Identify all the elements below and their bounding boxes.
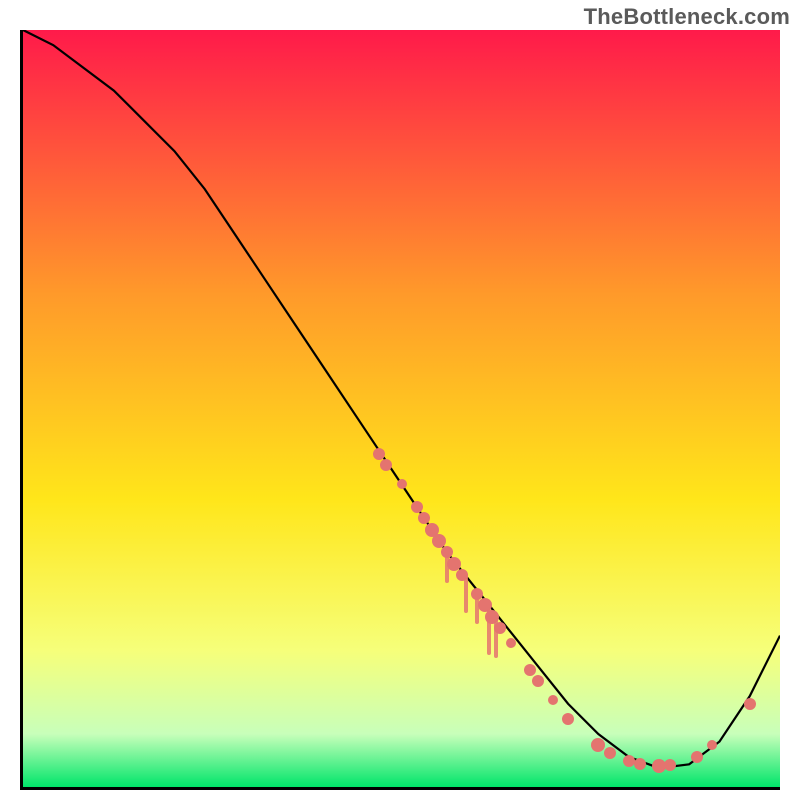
data-point [397,479,407,489]
data-point [548,695,558,705]
data-drip [464,575,468,613]
data-point [532,675,544,687]
data-point [664,759,676,771]
data-point [623,755,635,767]
data-point [634,758,646,770]
chart-area [20,30,780,790]
data-point [604,747,616,759]
data-drip [445,552,449,582]
data-point [744,698,756,710]
data-point [506,638,516,648]
data-point [373,448,385,460]
watermark-text: TheBottleneck.com [584,4,790,30]
data-drip [494,620,498,658]
data-point [562,713,574,725]
data-point [524,664,536,676]
data-point [707,740,717,750]
data-point [691,751,703,763]
data-drip [475,594,479,624]
data-drip [487,609,491,654]
data-point [411,501,423,513]
bottleneck-curve [23,30,780,787]
data-point [380,459,392,471]
